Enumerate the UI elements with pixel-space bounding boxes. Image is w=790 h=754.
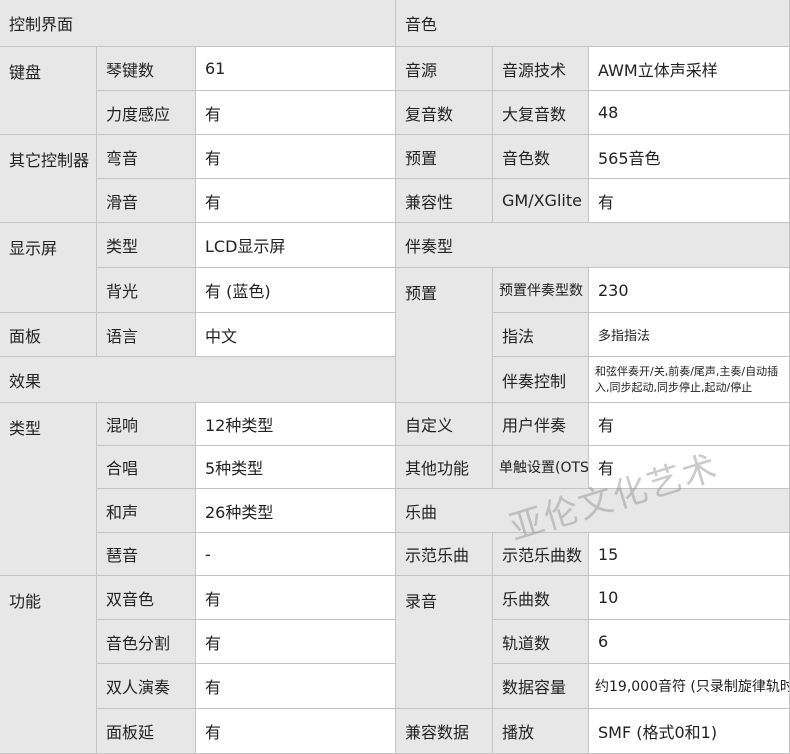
voice-count-label: 音色数 bbox=[493, 135, 589, 179]
pitch-bend-value: 有 bbox=[196, 135, 396, 179]
max-polyphony-label: 大复音数 bbox=[493, 91, 589, 135]
panel-sustain-value: 有 bbox=[196, 709, 396, 754]
demo-count-label: 示范乐曲数 bbox=[493, 533, 589, 576]
reverb-value: 12种类型 bbox=[196, 403, 396, 446]
dual-voice-value: 有 bbox=[196, 576, 396, 620]
tone-tech-label: 音源技术 bbox=[493, 47, 589, 91]
voice-header: 音色 bbox=[396, 0, 790, 47]
fingering-label: 指法 bbox=[493, 313, 589, 357]
touch-label: 力度感应 bbox=[97, 91, 196, 135]
backlight-label: 背光 bbox=[97, 268, 196, 313]
keys-value: 61 bbox=[196, 47, 396, 91]
keys-label: 琴键数 bbox=[97, 47, 196, 91]
style-preset-group-label: 预置 bbox=[396, 268, 493, 403]
tracks-value: 6 bbox=[589, 620, 790, 664]
tone-source-group-label: 音源 bbox=[396, 47, 493, 91]
preset-group-label: 预置 bbox=[396, 135, 493, 179]
recording-group-label: 录音 bbox=[396, 576, 493, 709]
pitch-bend-label: 弯音 bbox=[97, 135, 196, 179]
duo-play-label: 双人演奏 bbox=[97, 664, 196, 709]
arpeggio-label: 琶音 bbox=[97, 533, 196, 576]
voice-split-label: 音色分割 bbox=[97, 620, 196, 664]
other-functions-group-label: 其他功能 bbox=[396, 446, 493, 489]
touch-value: 有 bbox=[196, 91, 396, 135]
gm-xglite-value: 有 bbox=[589, 179, 790, 223]
songs-header: 乐曲 bbox=[396, 489, 790, 533]
custom-group-label: 自定义 bbox=[396, 403, 493, 446]
control-interface-header: 控制界面 bbox=[0, 0, 396, 47]
polyphony-group-label: 复音数 bbox=[396, 91, 493, 135]
ots-label: 单触设置(OTS) bbox=[493, 446, 589, 489]
ots-value: 有 bbox=[589, 446, 790, 489]
voice-count-value: 565音色 bbox=[589, 135, 790, 179]
display-group-label: 显示屏 bbox=[0, 223, 97, 313]
demo-count-value: 15 bbox=[589, 533, 790, 576]
data-compat-group-label: 兼容数据 bbox=[396, 709, 493, 754]
tone-tech-value: AWM立体声采样 bbox=[589, 47, 790, 91]
keyboard-group-label: 键盘 bbox=[0, 47, 97, 135]
effects-header: 效果 bbox=[0, 357, 396, 403]
compatibility-group-label: 兼容性 bbox=[396, 179, 493, 223]
style-control-value: 和弦伴奏开/关,前奏/尾声,主奏/自动插入,同步起动,同步停止,起动/停止 bbox=[589, 357, 790, 403]
voice-split-value: 有 bbox=[196, 620, 396, 664]
fingering-value: 多指指法 bbox=[589, 313, 790, 357]
duo-play-value: 有 bbox=[196, 664, 396, 709]
chorus-label: 合唱 bbox=[97, 446, 196, 489]
backlight-value: 有 (蓝色) bbox=[196, 268, 396, 313]
user-style-label: 用户伴奏 bbox=[493, 403, 589, 446]
language-value: 中文 bbox=[196, 313, 396, 357]
panel-sustain-label: 面板延 bbox=[97, 709, 196, 754]
dual-voice-label: 双音色 bbox=[97, 576, 196, 620]
record-songs-label: 乐曲数 bbox=[493, 576, 589, 620]
effect-types-group-label: 类型 bbox=[0, 403, 97, 576]
gm-xglite-label: GM/XGlite bbox=[493, 179, 589, 223]
playback-label: 播放 bbox=[493, 709, 589, 754]
display-type-label: 类型 bbox=[97, 223, 196, 268]
panel-group-label: 面板 bbox=[0, 313, 97, 357]
reverb-label: 混响 bbox=[97, 403, 196, 446]
data-capacity-value: 约19,000音符 (只录制旋律轨时) bbox=[589, 664, 790, 709]
data-capacity-label: 数据容量 bbox=[493, 664, 589, 709]
display-type-value: LCD显示屏 bbox=[196, 223, 396, 268]
harmony-label: 和声 bbox=[97, 489, 196, 533]
styles-header: 伴奏型 bbox=[396, 223, 790, 268]
glide-label: 滑音 bbox=[97, 179, 196, 223]
chorus-value: 5种类型 bbox=[196, 446, 396, 489]
user-style-value: 有 bbox=[589, 403, 790, 446]
record-songs-value: 10 bbox=[589, 576, 790, 620]
language-label: 语言 bbox=[97, 313, 196, 357]
style-count-label: 预置伴奏型数 bbox=[493, 268, 589, 313]
other-controllers-group-label: 其它控制器 bbox=[0, 135, 97, 223]
glide-value: 有 bbox=[196, 179, 396, 223]
demo-group-label: 示范乐曲 bbox=[396, 533, 493, 576]
functions-group-label: 功能 bbox=[0, 576, 97, 754]
playback-value: SMF (格式0和1) bbox=[589, 709, 790, 754]
arpeggio-value: - bbox=[196, 533, 396, 576]
style-control-label: 伴奏控制 bbox=[493, 357, 589, 403]
max-polyphony-value: 48 bbox=[589, 91, 790, 135]
harmony-value: 26种类型 bbox=[196, 489, 396, 533]
style-count-value: 230 bbox=[589, 268, 790, 313]
tracks-label: 轨道数 bbox=[493, 620, 589, 664]
